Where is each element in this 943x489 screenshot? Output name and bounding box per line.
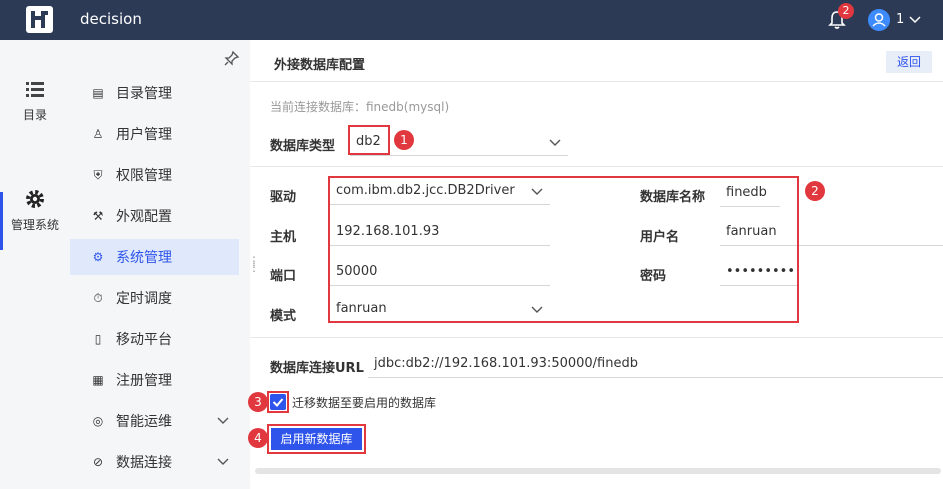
top-bar: decision 2 1	[0, 0, 943, 40]
sidebar-item-catalog[interactable]: ▤ 目录管理	[70, 75, 239, 111]
sidebar-item-appearance[interactable]: ⚒ 外观配置	[70, 198, 239, 234]
sidebar-item-data-connection[interactable]: ⊘ 数据连接	[70, 444, 239, 480]
port-label: 端口	[270, 269, 297, 284]
sidebar-item-label: 系统管理	[116, 250, 172, 266]
link-icon: ⊘	[92, 455, 104, 469]
folder-icon: ▤	[92, 86, 104, 100]
sidebar: ▤ 目录管理 ♙ 用户管理 ⛨ 权限管理 ⚒ 外观配置 ⚙ 系统管理 ⏱ 定时调…	[70, 40, 250, 489]
settings-icon: ⚙	[92, 250, 104, 264]
step-marker-4: 4	[248, 428, 268, 448]
migrate-checkbox-label[interactable]: 迁移数据至要启用的数据库	[292, 394, 436, 411]
paint-icon: ⚒	[92, 209, 104, 223]
ops-icon: ◎	[92, 414, 104, 428]
sidebar-item-schedule[interactable]: ⏱ 定时调度	[70, 280, 239, 316]
rail-item-management[interactable]: 管理系统	[0, 188, 70, 233]
user-name[interactable]: 1	[896, 12, 904, 27]
pin-icon[interactable]	[224, 50, 240, 66]
sidebar-item-ops[interactable]: ◎ 智能运维	[70, 403, 239, 439]
sidebar-item-label: 数据连接	[116, 455, 172, 471]
sidebar-item-system[interactable]: ⚙ 系统管理	[70, 239, 239, 275]
current-db-hint: 当前连接数据库：finedb(mysql)	[270, 100, 450, 114]
sidebar-item-label: 目录管理	[116, 86, 172, 102]
sidebar-item-label: 注册管理	[116, 373, 172, 389]
avatar[interactable]	[868, 9, 890, 31]
horizontal-scrollbar[interactable]	[255, 468, 941, 474]
sidebar-item-label: 智能运维	[116, 414, 172, 430]
enable-new-db-button[interactable]: 启用新数据库	[271, 428, 362, 450]
list-icon	[26, 82, 44, 97]
chevron-down-icon	[549, 139, 561, 146]
resize-handle[interactable]: ⋮ ⋮	[248, 255, 260, 274]
notification-badge: 2	[838, 3, 854, 19]
logo-icon	[26, 6, 53, 33]
divider	[250, 166, 943, 167]
step-marker-2: 2	[805, 181, 825, 201]
chevron-down-icon	[217, 458, 229, 465]
sidebar-item-mobile[interactable]: ▯ 移动平台	[70, 321, 239, 357]
schema-label: 模式	[270, 309, 297, 324]
divider	[250, 337, 943, 338]
left-rail: 目录 管理系统	[0, 40, 70, 489]
highlight-box-connection	[328, 176, 799, 323]
sidebar-item-users[interactable]: ♙ 用户管理	[70, 116, 239, 152]
sidebar-item-permissions[interactable]: ⛨ 权限管理	[70, 157, 239, 193]
step-marker-1: 1	[394, 130, 414, 150]
panel-header: 外接数据库配置 返回	[250, 40, 943, 82]
page-title: 外接数据库配置	[274, 58, 366, 73]
timer-icon: ⏱	[93, 290, 103, 305]
sidebar-item-label: 定时调度	[116, 291, 172, 307]
chevron-down-icon	[217, 417, 229, 424]
sidebar-item-label: 外观配置	[116, 209, 172, 225]
mobile-icon: ▯	[94, 332, 102, 346]
rail-item-catalog[interactable]: 目录	[0, 78, 70, 123]
db-type-label: 数据库类型	[270, 139, 336, 154]
gear-icon	[26, 190, 44, 208]
app-title: decision	[80, 10, 142, 28]
shield-icon: ⛨	[93, 167, 103, 182]
chevron-down-icon[interactable]	[908, 13, 922, 27]
url-label: 数据库连接URL	[270, 361, 364, 376]
sidebar-item-label: 移动平台	[116, 332, 172, 348]
back-button[interactable]: 返回	[886, 51, 932, 73]
host-label: 主机	[270, 230, 297, 245]
sidebar-item-register[interactable]: ▦ 注册管理	[70, 362, 239, 398]
sidebar-item-label: 权限管理	[116, 168, 172, 184]
url-value: jdbc:db2://192.168.101.93:50000/finedb	[374, 356, 638, 371]
driver-label: 驱动	[270, 190, 297, 205]
sidebar-item-label: 用户管理	[116, 127, 172, 143]
user-icon: ♙	[92, 127, 104, 141]
rail-item-label: 目录	[22, 108, 47, 122]
register-icon: ▦	[92, 373, 104, 387]
step-marker-3: 3	[248, 392, 268, 412]
rail-item-label: 管理系统	[10, 218, 59, 232]
highlight-box-db-type	[348, 125, 390, 155]
migrate-checkbox[interactable]	[270, 394, 286, 410]
url-input[interactable]: jdbc:db2://192.168.101.93:50000/finedb	[368, 350, 943, 378]
